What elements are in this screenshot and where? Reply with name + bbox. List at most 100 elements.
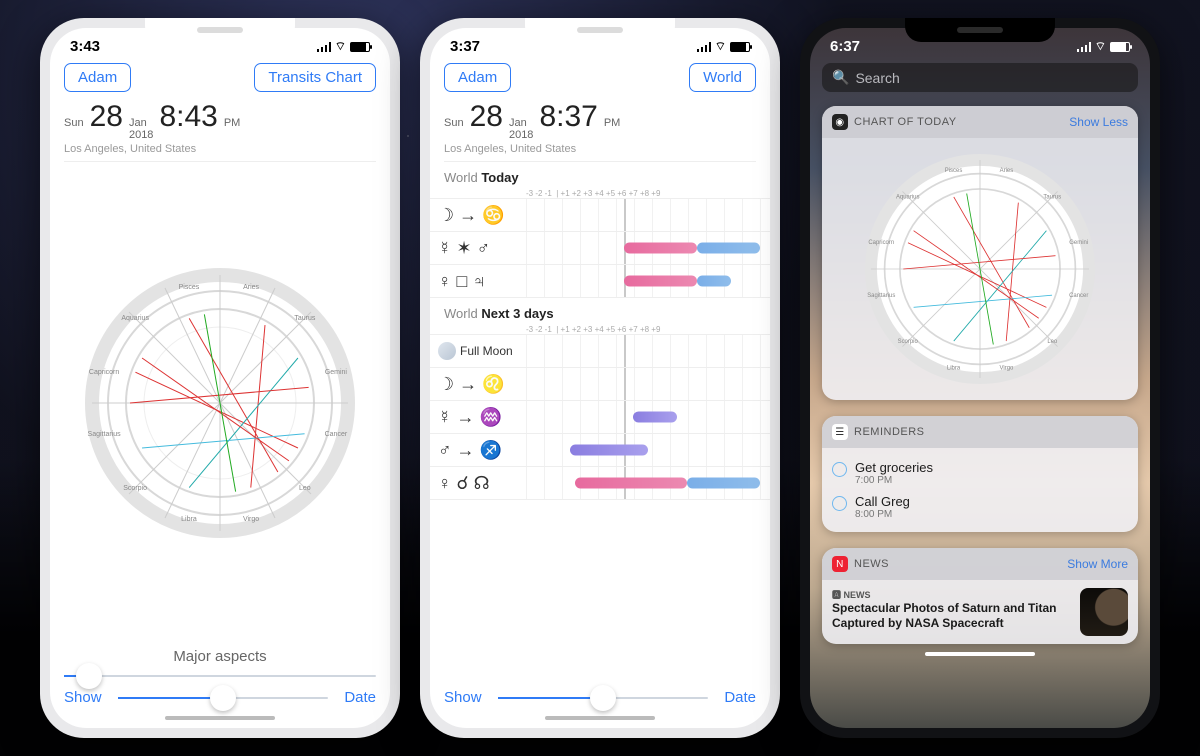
show-less-button[interactable]: Show Less [1069,115,1128,129]
timeline-header: -3 -2 -1 | +1 +2 +3 +4 +5 +6 +7 +8 +9 [526,189,770,198]
battery-icon [350,42,370,52]
svg-text:Libra: Libra [181,516,197,523]
show-button[interactable]: Show [444,689,482,706]
status-time: 6:37 [830,38,860,55]
transit-event-row[interactable]: ♀ □ ♃ [430,264,770,298]
wifi-icon: ⌔ [715,39,726,54]
svg-text:Capricorn: Capricorn [868,240,894,246]
chart-wheel-mini: Aries Taurus Gemini Cancer Leo Virgo Libra Scor… [865,154,1095,384]
aspect-glyphs: ♂ → ♐ [430,434,526,466]
svg-text:Scorpio: Scorpio [123,485,147,492]
reminder-item[interactable]: Call Greg8:00 PM [832,490,1128,524]
news-thumbnail[interactable] [1080,588,1128,636]
show-more-button[interactable]: Show More [1067,557,1128,571]
aspects-slider[interactable] [50,665,390,677]
signal-icon [697,42,711,52]
reminder-item[interactable]: Get groceries7:00 PM [832,456,1128,490]
app-icon: ◉ [832,114,848,130]
device-frame-2: 3:37 ⌔ Adam World Sun 28 Jan2018 8:37 PM… [420,18,780,738]
widget-chart-of-today[interactable]: ◉ CHART OF TODAY Show Less Aries Taurus Ge… [822,106,1138,400]
date-time-picker[interactable]: Sun 28 Jan2018 8:37 PM [430,100,770,143]
date-button[interactable]: Date [724,689,756,706]
widget-news[interactable]: N NEWS Show More 🅰 NEWS Spectacular Phot… [822,548,1138,644]
notch [525,18,675,42]
transit-event-row[interactable]: ☿ ✶ ♂ [430,231,770,264]
search-icon: 🔍 [832,69,849,86]
svg-text:Aries: Aries [1000,168,1014,174]
transit-event-row[interactable]: ☽ → ♌ [430,367,770,400]
date-slider[interactable] [118,697,329,699]
world-button[interactable]: World [689,63,756,92]
reminder-checkbox[interactable] [832,462,847,477]
event-timeline [526,335,770,367]
transit-event-row[interactable]: ☿ → ♒ [430,400,770,433]
svg-text:Aquarius: Aquarius [896,194,920,200]
wifi-icon: ⌔ [1095,39,1106,54]
svg-text:Sagittarius: Sagittarius [88,431,122,438]
date-slider[interactable] [498,697,709,699]
svg-text:Taurus: Taurus [1043,194,1061,200]
spotlight-search[interactable]: 🔍 Search [822,63,1138,92]
profile-button[interactable]: Adam [64,63,131,92]
reminder-title: Get groceries [855,460,933,475]
section-next3: World Next 3 days [430,298,770,325]
svg-text:Aquarius: Aquarius [121,315,149,322]
aspect-glyphs: Full Moon [430,335,526,367]
svg-text:Gemini: Gemini [1069,240,1088,246]
event-timeline [526,368,770,400]
wifi-icon: ⌔ [335,39,346,54]
chart-wheel-svg: AriesTaurusGeminiCancerLeoVirgoLibraScor… [85,268,355,538]
ampm: PM [224,118,241,130]
aspects-label: Major aspects [50,644,390,665]
timeline-header: -3 -2 -1 | +1 +2 +3 +4 +5 +6 +7 +8 +9 [526,325,770,334]
transit-event-row[interactable]: ☽ → ♋ [430,198,770,231]
svg-text:Leo: Leo [1047,339,1058,345]
aspect-glyphs: ☿ → ♒ [430,401,526,433]
aspect-glyphs: ☿ ✶ ♂ [430,232,526,264]
battery-icon [730,42,750,52]
signal-icon [1077,42,1091,52]
home-indicator[interactable] [165,716,275,720]
battery-icon [1110,42,1130,52]
natal-chart[interactable]: AriesTaurusGeminiCancerLeoVirgoLibraScor… [50,162,390,644]
search-placeholder: Search [855,70,899,86]
aspect-glyphs: ♀ □ ♃ [430,265,526,297]
svg-text:Aries: Aries [243,284,259,291]
reminder-checkbox[interactable] [832,496,847,511]
svg-text:Scorpio: Scorpio [898,339,919,345]
svg-text:Cancer: Cancer [325,431,348,438]
time-value: 8:43 [159,100,217,134]
home-indicator[interactable] [545,716,655,720]
location-label: Los Angeles, United States [50,143,390,161]
svg-text:Virgo: Virgo [1000,365,1014,371]
weekday: Sun [64,118,84,130]
profile-button[interactable]: Adam [444,63,511,92]
svg-text:Libra: Libra [947,365,961,371]
home-indicator[interactable] [925,652,1035,656]
event-timeline [526,232,770,264]
news-headline[interactable]: Spectacular Photos of Saturn and Titan C… [832,601,1070,631]
widget-title: CHART OF TODAY [854,116,957,128]
svg-text:Sagittarius: Sagittarius [867,293,895,299]
widget-title: NEWS [854,558,889,570]
transit-event-row[interactable]: Full Moon [430,334,770,367]
reminder-title: Call Greg [855,494,910,509]
signal-icon [317,42,331,52]
svg-text:Cancer: Cancer [1069,293,1088,299]
transits-chart-button[interactable]: Transits Chart [254,63,376,92]
notch [145,18,295,42]
notch [905,18,1055,42]
transit-event-row[interactable]: ♀ ☌ ☊ [430,466,770,500]
transit-event-row[interactable]: ♂ → ♐ [430,433,770,466]
date-button[interactable]: Date [344,689,376,706]
date-time-picker[interactable]: Sun 28 Jan2018 8:43 PM [50,100,390,143]
widget-reminders[interactable]: ☰ REMINDERS Get groceries7:00 PMCall Gre… [822,416,1138,532]
event-timeline [526,265,770,297]
device-frame-3: 6:37 ⌔ 🔍 Search ◉ CHART OF TODAY Show Le… [800,18,1160,738]
reminder-time: 7:00 PM [855,475,933,486]
status-time: 3:37 [450,38,480,55]
reminder-time: 8:00 PM [855,509,910,520]
svg-text:Taurus: Taurus [294,315,316,322]
svg-text:Virgo: Virgo [243,516,259,523]
show-button[interactable]: Show [64,689,102,706]
